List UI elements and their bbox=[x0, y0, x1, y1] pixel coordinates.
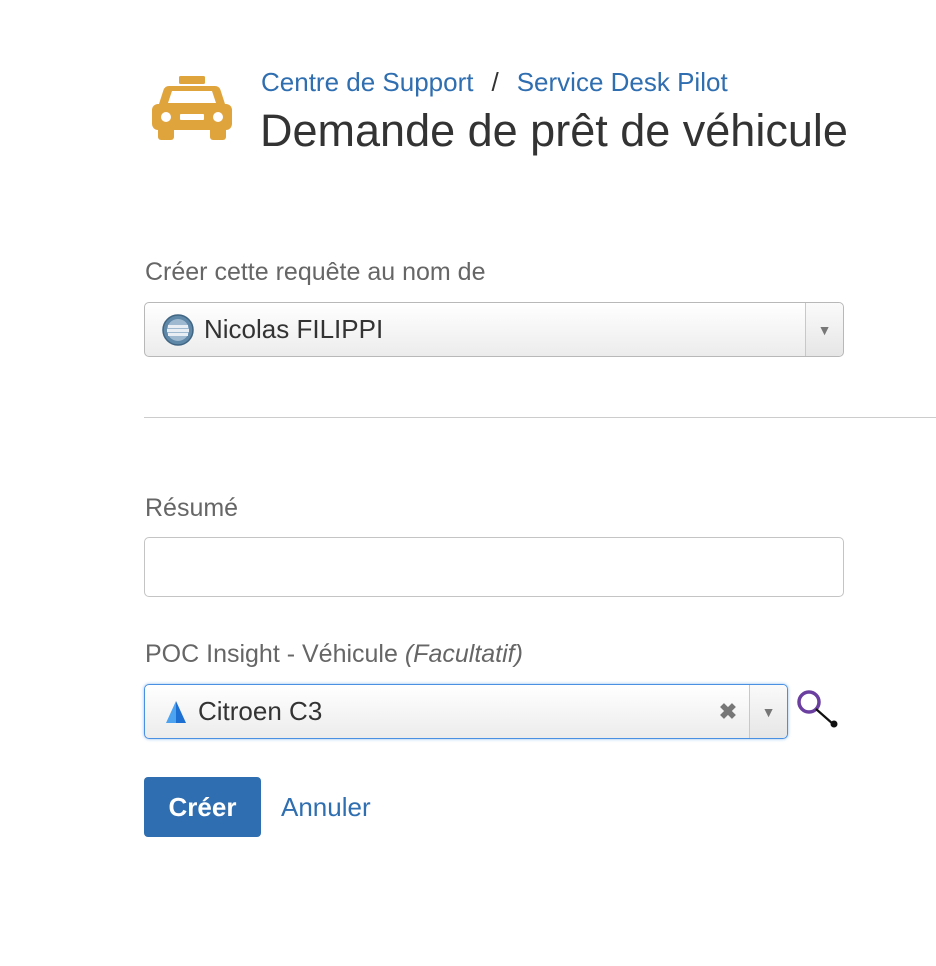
vehicle-label-text: POC Insight - Véhicule bbox=[145, 640, 398, 668]
summary-input[interactable] bbox=[144, 537, 844, 597]
clear-icon[interactable]: ✖ bbox=[713, 699, 743, 725]
chevron-down-icon[interactable]: ▼ bbox=[805, 303, 843, 356]
reporter-value: Nicolas FILIPPI bbox=[204, 314, 384, 344]
user-avatar bbox=[162, 313, 194, 346]
breadcrumb: Centre de Support / Service Desk Pilot bbox=[261, 67, 728, 97]
breadcrumb-separator: / bbox=[491, 67, 499, 97]
reporter-label: Créer cette requête au nom de bbox=[145, 258, 486, 286]
vehicle-value: Citroen C3 bbox=[198, 696, 323, 726]
breadcrumb-link-service-desk[interactable]: Service Desk Pilot bbox=[517, 67, 728, 97]
summary-label: Résumé bbox=[145, 494, 239, 522]
object-search-icon[interactable] bbox=[796, 689, 840, 731]
vehicle-select[interactable]: Citroen C3 ✖ ▼ bbox=[144, 684, 788, 739]
reporter-select[interactable]: Nicolas FILIPPI ▼ bbox=[144, 302, 844, 357]
insight-object-icon bbox=[166, 700, 186, 723]
request-form-page: Centre de Support / Service Desk Pilot Dem… bbox=[0, 0, 936, 966]
chevron-down-icon[interactable]: ▼ bbox=[749, 685, 787, 738]
page-title: Demande de prêt de véhicule bbox=[260, 105, 848, 156]
breadcrumb-link-support-center[interactable]: Centre de Support bbox=[261, 67, 473, 97]
create-button[interactable]: Créer bbox=[144, 777, 261, 837]
cancel-link[interactable]: Annuler bbox=[281, 792, 371, 822]
optional-marker: (Facultatif) bbox=[404, 640, 523, 668]
section-divider bbox=[144, 417, 936, 418]
vehicle-label: POC Insight - Véhicule (Facultatif) bbox=[145, 639, 523, 669]
taxi-icon bbox=[152, 76, 232, 140]
